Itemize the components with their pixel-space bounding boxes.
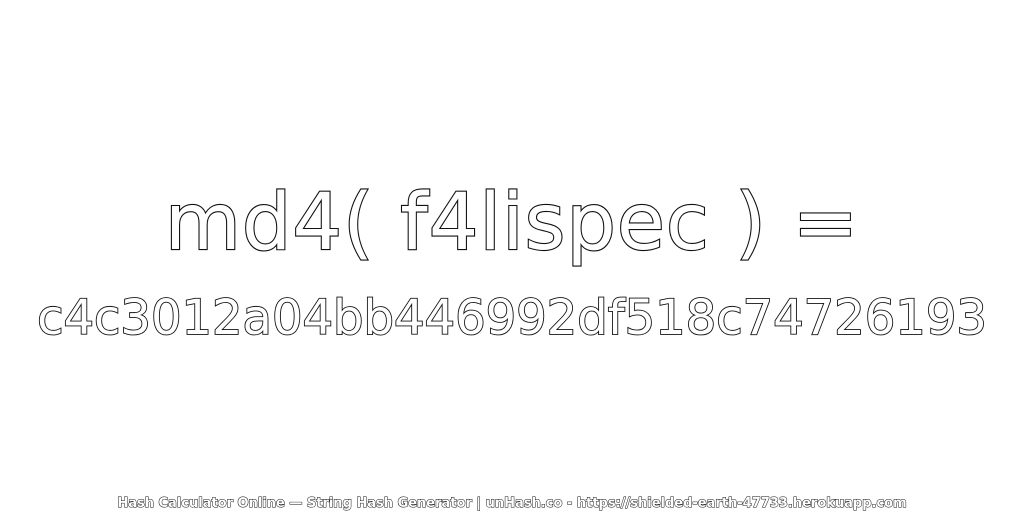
hash-image-canvas: md4( f4lispec ) = c4c3012a04bb446992df51… [0, 0, 1024, 512]
hash-result: c4c3012a04bb446992df518c74726193 [36, 290, 988, 346]
hash-expression: md4( f4lispec ) = [164, 178, 860, 268]
footer-credit: Hash Calculator Online — String Hash Gen… [117, 496, 907, 511]
